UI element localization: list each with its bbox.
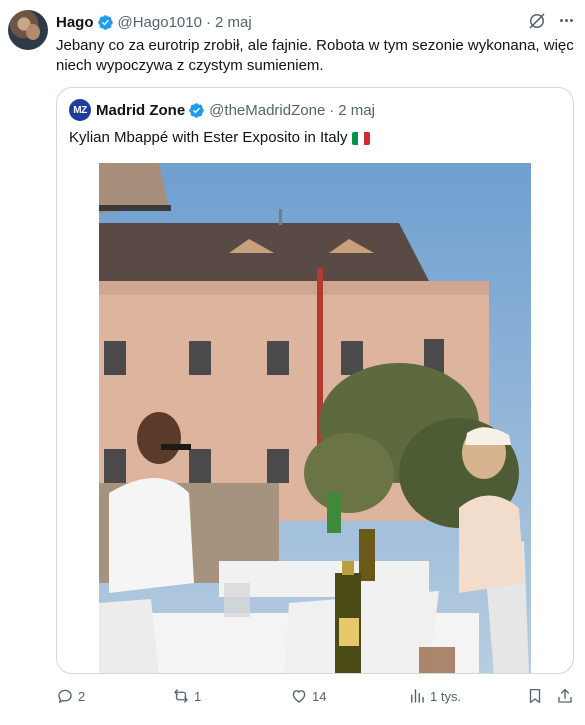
share-button[interactable]	[556, 686, 574, 706]
quoted-author-handle[interactable]: @theMadridZone	[209, 102, 325, 119]
quoted-tweet-photo[interactable]	[99, 163, 531, 673]
quoted-tweet-text: Kylian Mbappé with Ester Exposito in Ita…	[69, 129, 348, 146]
author-name[interactable]: Hago	[56, 14, 94, 31]
heart-icon	[292, 690, 306, 703]
tweet-date[interactable]: 2 maj	[215, 14, 252, 31]
photo-illustration	[99, 163, 531, 673]
quoted-author-avatar[interactable]: MZ	[69, 99, 91, 121]
more-options-icon[interactable]	[556, 10, 576, 30]
views-chart-icon	[411, 689, 424, 703]
italy-flag-icon	[352, 131, 371, 145]
tweet[interactable]: Hago @Hago1010 · 2 maj Jebany co za euro…	[0, 0, 585, 725]
verified-badge-icon	[189, 102, 204, 118]
bookmark-button[interactable]	[526, 686, 544, 706]
like-button[interactable]: 14	[290, 686, 326, 706]
quoted-tweet-date[interactable]: 2 maj	[338, 102, 375, 119]
quoted-tweet-text-row: Kylian Mbappé with Ester Exposito in Ita…	[69, 128, 371, 148]
author-handle[interactable]: @Hago1010	[118, 14, 202, 31]
repost-count: 1	[194, 688, 202, 704]
separator-dot: ·	[205, 13, 211, 31]
tweet-header: Hago @Hago1010 · 2 maj	[56, 12, 252, 32]
bookmark-icon	[529, 688, 541, 704]
repost-icon	[174, 689, 188, 703]
views-button[interactable]: 1 tys.	[408, 686, 461, 706]
views-count: 1 tys.	[430, 688, 462, 704]
like-count: 14	[312, 688, 327, 704]
repost-button[interactable]: 1	[172, 686, 201, 706]
quoted-author-name[interactable]: Madrid Zone	[96, 102, 185, 119]
grok-icon[interactable]	[527, 11, 547, 31]
reply-button[interactable]: 2	[56, 686, 85, 706]
reply-count: 2	[78, 688, 86, 704]
share-icon	[558, 688, 572, 703]
reply-icon	[58, 689, 72, 704]
quoted-tweet-header: MZ Madrid Zone @theMadridZone · 2 maj	[69, 99, 375, 121]
author-avatar[interactable]	[8, 10, 48, 50]
separator-dot: ·	[329, 101, 335, 119]
verified-badge-icon	[97, 14, 113, 30]
quoted-tweet[interactable]: MZ Madrid Zone @theMadridZone · 2 maj Ky…	[56, 87, 574, 674]
tweet-actions: 2 1 14 1 tys.	[56, 686, 576, 706]
tweet-text: Jebany co za eurotrip zrobił, ale fajnie…	[56, 37, 574, 74]
